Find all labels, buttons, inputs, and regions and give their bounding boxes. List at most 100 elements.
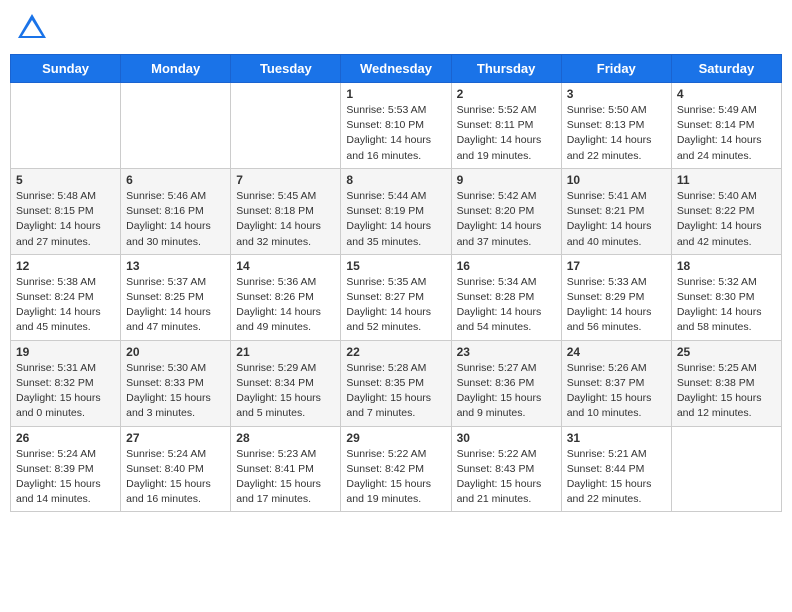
day-number: 29 xyxy=(346,431,445,445)
calendar-header-row: SundayMondayTuesdayWednesdayThursdayFrid… xyxy=(11,55,782,83)
daylight-label: Daylight: 15 hours and 0 minutes. xyxy=(16,392,101,419)
sunrise-label: Sunrise: 5:52 AM xyxy=(457,104,537,116)
day-info: Sunrise: 5:23 AM Sunset: 8:41 PM Dayligh… xyxy=(236,447,335,508)
day-number: 25 xyxy=(677,345,776,359)
day-number: 11 xyxy=(677,173,776,187)
day-info: Sunrise: 5:33 AM Sunset: 8:29 PM Dayligh… xyxy=(567,275,666,336)
logo xyxy=(14,10,54,46)
daylight-label: Daylight: 14 hours and 19 minutes. xyxy=(457,134,542,161)
sunset-label: Sunset: 8:44 PM xyxy=(567,463,645,475)
day-number: 13 xyxy=(126,259,225,273)
day-header-wednesday: Wednesday xyxy=(341,55,451,83)
daylight-label: Daylight: 14 hours and 16 minutes. xyxy=(346,134,431,161)
day-info: Sunrise: 5:21 AM Sunset: 8:44 PM Dayligh… xyxy=(567,447,666,508)
calendar-cell: 4 Sunrise: 5:49 AM Sunset: 8:14 PM Dayli… xyxy=(671,83,781,169)
day-number: 3 xyxy=(567,87,666,101)
calendar-cell: 7 Sunrise: 5:45 AM Sunset: 8:18 PM Dayli… xyxy=(231,168,341,254)
day-info: Sunrise: 5:48 AM Sunset: 8:15 PM Dayligh… xyxy=(16,189,115,250)
calendar-cell xyxy=(11,83,121,169)
calendar-cell: 28 Sunrise: 5:23 AM Sunset: 8:41 PM Dayl… xyxy=(231,426,341,512)
calendar-cell: 25 Sunrise: 5:25 AM Sunset: 8:38 PM Dayl… xyxy=(671,340,781,426)
calendar-cell: 12 Sunrise: 5:38 AM Sunset: 8:24 PM Dayl… xyxy=(11,254,121,340)
sunset-label: Sunset: 8:18 PM xyxy=(236,205,314,217)
daylight-label: Daylight: 14 hours and 42 minutes. xyxy=(677,220,762,247)
day-info: Sunrise: 5:40 AM Sunset: 8:22 PM Dayligh… xyxy=(677,189,776,250)
daylight-label: Daylight: 14 hours and 22 minutes. xyxy=(567,134,652,161)
sunset-label: Sunset: 8:37 PM xyxy=(567,377,645,389)
sunrise-label: Sunrise: 5:23 AM xyxy=(236,448,316,460)
calendar-cell: 17 Sunrise: 5:33 AM Sunset: 8:29 PM Dayl… xyxy=(561,254,671,340)
calendar-cell xyxy=(121,83,231,169)
sunrise-label: Sunrise: 5:36 AM xyxy=(236,276,316,288)
daylight-label: Daylight: 15 hours and 14 minutes. xyxy=(16,478,101,505)
calendar-cell: 11 Sunrise: 5:40 AM Sunset: 8:22 PM Dayl… xyxy=(671,168,781,254)
sunset-label: Sunset: 8:30 PM xyxy=(677,291,755,303)
sunrise-label: Sunrise: 5:22 AM xyxy=(346,448,426,460)
daylight-label: Daylight: 15 hours and 21 minutes. xyxy=(457,478,542,505)
calendar-cell: 27 Sunrise: 5:24 AM Sunset: 8:40 PM Dayl… xyxy=(121,426,231,512)
calendar-cell: 30 Sunrise: 5:22 AM Sunset: 8:43 PM Dayl… xyxy=(451,426,561,512)
sunrise-label: Sunrise: 5:34 AM xyxy=(457,276,537,288)
day-info: Sunrise: 5:46 AM Sunset: 8:16 PM Dayligh… xyxy=(126,189,225,250)
daylight-label: Daylight: 14 hours and 47 minutes. xyxy=(126,306,211,333)
day-number: 26 xyxy=(16,431,115,445)
sunrise-label: Sunrise: 5:32 AM xyxy=(677,276,757,288)
day-number: 16 xyxy=(457,259,556,273)
daylight-label: Daylight: 14 hours and 27 minutes. xyxy=(16,220,101,247)
sunset-label: Sunset: 8:16 PM xyxy=(126,205,204,217)
sunset-label: Sunset: 8:28 PM xyxy=(457,291,535,303)
daylight-label: Daylight: 14 hours and 35 minutes. xyxy=(346,220,431,247)
daylight-label: Daylight: 15 hours and 22 minutes. xyxy=(567,478,652,505)
calendar-week-row: 26 Sunrise: 5:24 AM Sunset: 8:39 PM Dayl… xyxy=(11,426,782,512)
calendar-cell xyxy=(671,426,781,512)
daylight-label: Daylight: 15 hours and 19 minutes. xyxy=(346,478,431,505)
day-number: 12 xyxy=(16,259,115,273)
sunset-label: Sunset: 8:19 PM xyxy=(346,205,424,217)
calendar-cell: 13 Sunrise: 5:37 AM Sunset: 8:25 PM Dayl… xyxy=(121,254,231,340)
day-header-monday: Monday xyxy=(121,55,231,83)
calendar-cell: 24 Sunrise: 5:26 AM Sunset: 8:37 PM Dayl… xyxy=(561,340,671,426)
day-info: Sunrise: 5:52 AM Sunset: 8:11 PM Dayligh… xyxy=(457,103,556,164)
sunset-label: Sunset: 8:24 PM xyxy=(16,291,94,303)
daylight-label: Daylight: 14 hours and 49 minutes. xyxy=(236,306,321,333)
sunset-label: Sunset: 8:35 PM xyxy=(346,377,424,389)
day-number: 6 xyxy=(126,173,225,187)
daylight-label: Daylight: 14 hours and 45 minutes. xyxy=(16,306,101,333)
sunrise-label: Sunrise: 5:44 AM xyxy=(346,190,426,202)
sunset-label: Sunset: 8:34 PM xyxy=(236,377,314,389)
calendar-week-row: 19 Sunrise: 5:31 AM Sunset: 8:32 PM Dayl… xyxy=(11,340,782,426)
calendar-cell: 1 Sunrise: 5:53 AM Sunset: 8:10 PM Dayli… xyxy=(341,83,451,169)
sunset-label: Sunset: 8:15 PM xyxy=(16,205,94,217)
calendar-week-row: 5 Sunrise: 5:48 AM Sunset: 8:15 PM Dayli… xyxy=(11,168,782,254)
day-info: Sunrise: 5:38 AM Sunset: 8:24 PM Dayligh… xyxy=(16,275,115,336)
day-number: 21 xyxy=(236,345,335,359)
daylight-label: Daylight: 14 hours and 30 minutes. xyxy=(126,220,211,247)
calendar-cell: 20 Sunrise: 5:30 AM Sunset: 8:33 PM Dayl… xyxy=(121,340,231,426)
sunset-label: Sunset: 8:29 PM xyxy=(567,291,645,303)
calendar-week-row: 1 Sunrise: 5:53 AM Sunset: 8:10 PM Dayli… xyxy=(11,83,782,169)
day-number: 30 xyxy=(457,431,556,445)
day-info: Sunrise: 5:53 AM Sunset: 8:10 PM Dayligh… xyxy=(346,103,445,164)
day-header-sunday: Sunday xyxy=(11,55,121,83)
daylight-label: Daylight: 15 hours and 17 minutes. xyxy=(236,478,321,505)
day-info: Sunrise: 5:26 AM Sunset: 8:37 PM Dayligh… xyxy=(567,361,666,422)
calendar-cell: 15 Sunrise: 5:35 AM Sunset: 8:27 PM Dayl… xyxy=(341,254,451,340)
sunrise-label: Sunrise: 5:45 AM xyxy=(236,190,316,202)
calendar-cell: 2 Sunrise: 5:52 AM Sunset: 8:11 PM Dayli… xyxy=(451,83,561,169)
calendar-cell: 31 Sunrise: 5:21 AM Sunset: 8:44 PM Dayl… xyxy=(561,426,671,512)
sunrise-label: Sunrise: 5:22 AM xyxy=(457,448,537,460)
sunset-label: Sunset: 8:38 PM xyxy=(677,377,755,389)
sunset-label: Sunset: 8:10 PM xyxy=(346,119,424,131)
sunset-label: Sunset: 8:36 PM xyxy=(457,377,535,389)
daylight-label: Daylight: 14 hours and 54 minutes. xyxy=(457,306,542,333)
day-number: 9 xyxy=(457,173,556,187)
calendar-week-row: 12 Sunrise: 5:38 AM Sunset: 8:24 PM Dayl… xyxy=(11,254,782,340)
calendar-cell: 26 Sunrise: 5:24 AM Sunset: 8:39 PM Dayl… xyxy=(11,426,121,512)
sunrise-label: Sunrise: 5:38 AM xyxy=(16,276,96,288)
day-number: 19 xyxy=(16,345,115,359)
daylight-label: Daylight: 15 hours and 5 minutes. xyxy=(236,392,321,419)
daylight-label: Daylight: 15 hours and 7 minutes. xyxy=(346,392,431,419)
day-number: 22 xyxy=(346,345,445,359)
day-number: 18 xyxy=(677,259,776,273)
day-info: Sunrise: 5:44 AM Sunset: 8:19 PM Dayligh… xyxy=(346,189,445,250)
